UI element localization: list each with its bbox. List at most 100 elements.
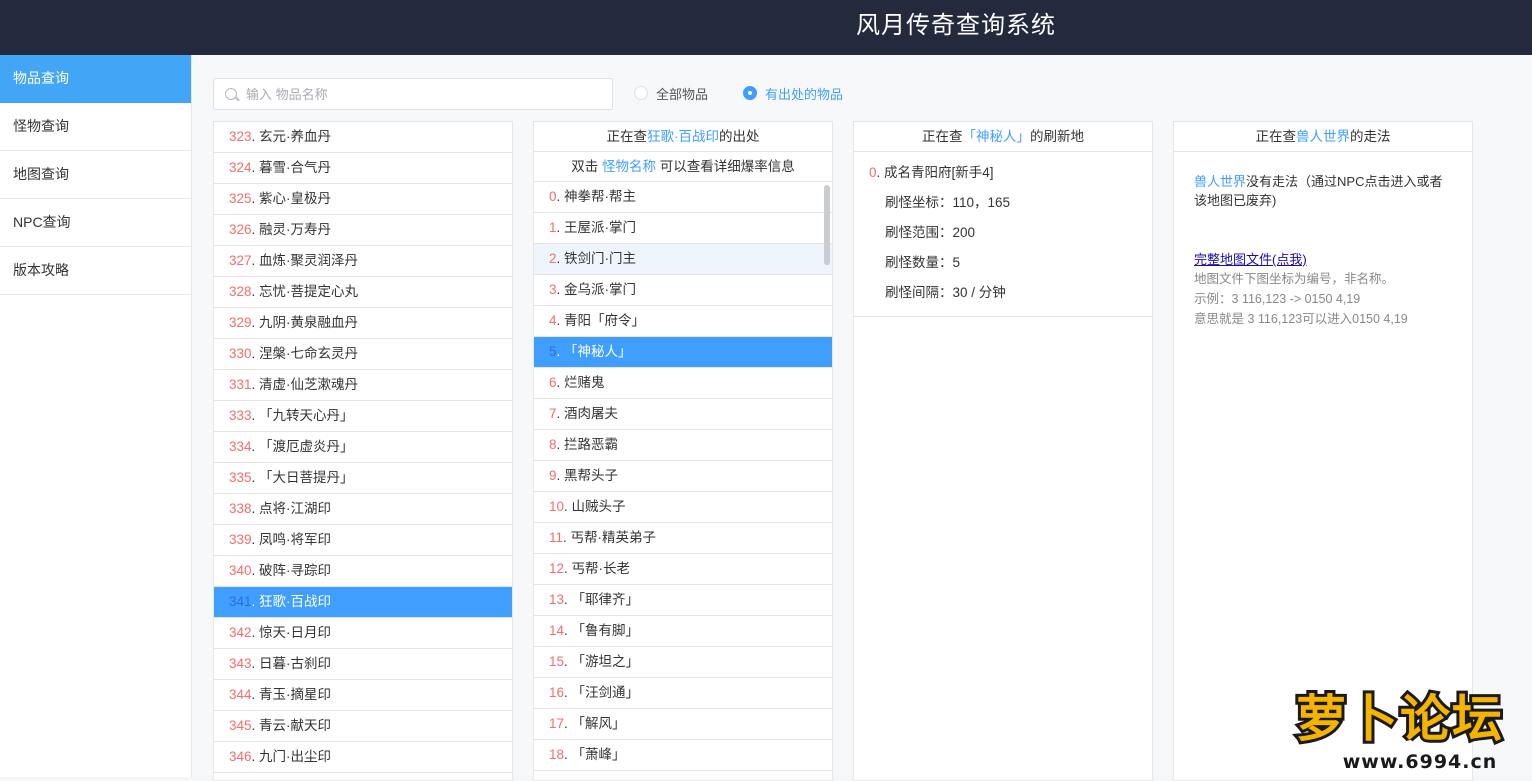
monster-number: 4 [549,313,557,328]
monster-row[interactable]: 1. 王屋派·掌门 [534,213,832,244]
item-number: 326 [229,222,252,237]
list-item[interactable]: 333. 「九转天心丹」 [214,401,512,432]
item-name: 青云·献天印 [259,718,332,733]
monster-number: 14 [549,623,565,638]
monster-name: 「解风」 [571,716,626,731]
monster-number: 3 [549,282,557,297]
monster-row-selected[interactable]: 5. 「神秘人」 [534,337,832,368]
list-item[interactable]: 342. 惊天·日月印 [214,618,512,649]
monster-number: 18 [549,747,565,762]
list-item[interactable]: 334. 「渡厄虚炎丹」 [214,432,512,463]
list-item[interactable]: 340. 破阵·寻踪印 [214,556,512,587]
item-number: 334 [229,439,252,454]
list-item[interactable]: 327. 血炼·聚灵润泽丹 [214,246,512,277]
sidebar-item-npc-query[interactable]: NPC查询 [0,199,191,247]
list-item[interactable]: 346. 九门·出尘印 [214,742,512,773]
item-name: 狂歌·百战印 [259,594,332,609]
search-box[interactable] [213,78,613,110]
item-number: 345 [229,718,252,733]
list-item[interactable]: 326. 融灵·万寿丹 [214,215,512,246]
list-item[interactable]: 345. 青云·献天印 [214,711,512,742]
list-item-selected[interactable]: 341. 狂歌·百战印 [214,587,512,618]
list-item[interactable]: 330. 涅槃·七命玄灵丹 [214,339,512,370]
item-name: 涅槃·七命玄灵丹 [259,346,359,361]
map-note-1: 地图文件下图坐标为编号，非名称。 [1194,272,1395,286]
list-item[interactable]: 323. 玄元·养血丹 [214,122,512,153]
sidebar-item-map-query[interactable]: 地图查询 [0,151,191,199]
monster-name: 青阳「府令」 [564,313,646,328]
radio-all-items[interactable]: 全部物品 [634,83,708,103]
monster-row[interactable]: 15. 「游坦之」 [534,647,832,678]
list-item[interactable]: 329. 九阴·黄泉融血丹 [214,308,512,339]
monster-row[interactable]: 7. 酒肉屠夫 [534,399,832,430]
monster-number: 15 [549,654,565,669]
item-number: 340 [229,563,252,578]
map-file-link[interactable]: 完整地图文件(点我) [1194,250,1307,269]
list-item[interactable]: 325. 紫心·皇极丹 [214,184,512,215]
monster-name: 铁剑门·门主 [564,251,637,266]
list-item[interactable]: 335. 「大日菩提丹」 [214,463,512,494]
monster-number: 2 [549,251,557,266]
monster-row[interactable]: 16. 「汪剑通」 [534,678,832,709]
current-item-name: 狂歌·百战印 [647,129,719,144]
item-name: 日暮·古刹印 [259,656,332,671]
list-item[interactable]: 328. 忘忧·菩提定心丸 [214,277,512,308]
monster-name: 神拳帮·帮主 [564,189,637,204]
radio-circle-icon [634,86,648,100]
spawn-panel-header: 正在查「神秘人」的刷新地 [854,122,1152,152]
list-item[interactable]: 339. 凤鸣·将军印 [214,525,512,556]
list-item[interactable]: 343. 日暮·古刹印 [214,649,512,680]
monster-row[interactable]: 0. 神拳帮·帮主 [534,182,832,213]
monster-row[interactable]: 2. 铁剑门·门主 [534,244,832,275]
sidebar-item-monster-query[interactable]: 怪物查询 [0,103,191,151]
monster-name: 丐帮·精英弟子 [570,530,657,545]
item-number: 328 [229,284,252,299]
spawn-count: 刷怪数量：5 [885,255,961,270]
item-name: 忘忧·菩提定心丸 [259,284,359,299]
monster-row[interactable]: 6. 烂赌鬼 [534,368,832,399]
item-number: 327 [229,253,252,268]
radio-label: 全部物品 [656,86,709,102]
monster-row[interactable]: 8. 拦路恶霸 [534,430,832,461]
search-input[interactable] [246,79,606,109]
monster-row[interactable]: 9. 黑帮头子 [534,461,832,492]
route-panel-header: 正在查兽人世界的走法 [1174,122,1472,152]
source-panel-header: 正在查狂歌·百战印的出处 [534,122,832,152]
spawn-range: 刷怪范围：200 [885,225,976,240]
list-item[interactable]: 338. 点将·江湖印 [214,494,512,525]
radio-items-with-source[interactable]: 有出处的物品 [743,83,843,103]
item-name: 破阵·寻踪印 [259,563,332,578]
monster-row[interactable]: 3. 金乌派·掌门 [534,275,832,306]
map-note-3: 意思就是 3 116,123可以进入0150 4,19 [1194,312,1408,326]
spawn-entry[interactable]: 0. 成名青阳府[新手4] 刷怪坐标：110，165 刷怪范围：200 刷怪数量… [854,152,1152,317]
monster-row[interactable]: 14. 「鲁有脚」 [534,616,832,647]
monster-row[interactable]: 18. 「萧峰」 [534,740,832,771]
monster-row[interactable]: 12. 丐帮·长老 [534,554,832,585]
item-name: 融灵·万寿丹 [259,222,332,237]
sidebar-item-item-query[interactable]: 物品查询 [0,55,191,103]
monster-row[interactable]: 4. 青阳「府令」 [534,306,832,337]
list-item[interactable]: 331. 清虚·仙芝漱魂丹 [214,370,512,401]
list-item[interactable]: 324. 暮雪·合气丹 [214,153,512,184]
route-message: 兽人世界没有走法（通过NPC点击进入或者该地图已废弃) [1194,174,1443,208]
item-number: 338 [229,501,252,516]
item-name: 玄元·养血丹 [259,129,332,144]
spawn-coord: 刷怪坐标：110，165 [885,195,1011,210]
monster-row[interactable]: 17. 「解风」 [534,709,832,740]
monster-row[interactable]: 13. 「耶律齐」 [534,585,832,616]
item-number: 335 [229,470,252,485]
monster-row[interactable]: 10. 山贼头子 [534,492,832,523]
monster-name: 烂赌鬼 [564,375,605,390]
monster-number: 1 [549,220,557,235]
monster-row[interactable]: 11. 丐帮·精英弟子 [534,523,832,554]
monster-number: 16 [549,685,565,700]
monster-number: 8 [549,437,557,452]
scrollbar-thumb[interactable] [824,185,830,265]
main-area: 全部物品 有出处的物品 323. 玄元·养血丹 324. 暮雪·合气丹 325.… [192,55,1532,781]
list-item[interactable]: 344. 青玉·摘星印 [214,680,512,711]
monster-name: 「萧峰」 [571,747,626,762]
monster-number: 10 [549,499,565,514]
sidebar-item-guide[interactable]: 版本攻略 [0,247,191,295]
item-name: 血炼·聚灵润泽丹 [259,253,359,268]
monster-number: 13 [549,592,565,607]
